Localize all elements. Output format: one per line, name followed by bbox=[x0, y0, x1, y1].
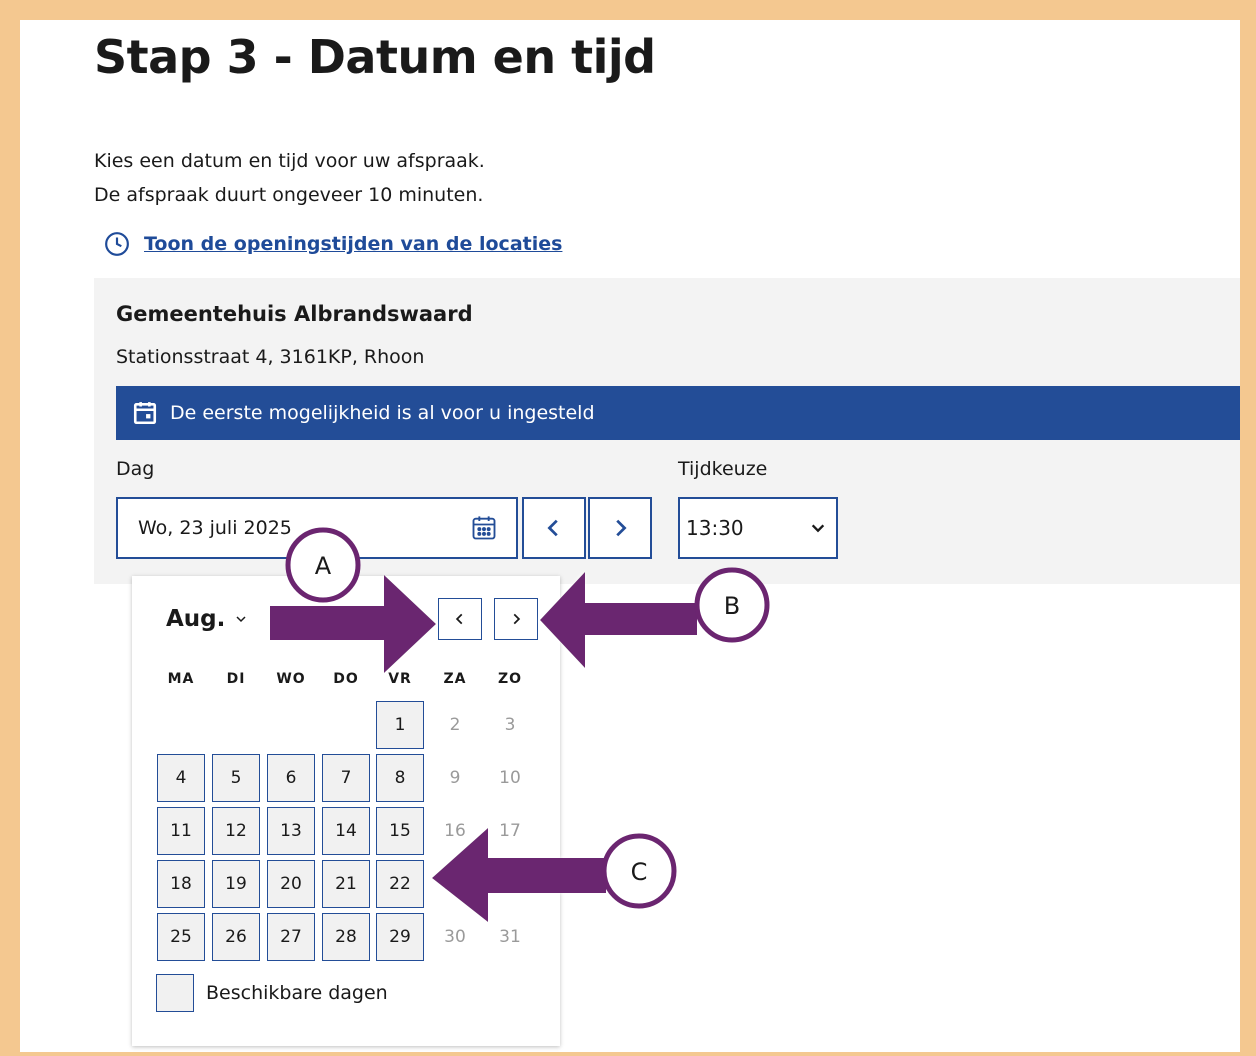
calendar-day-unavailable: 10 bbox=[499, 768, 521, 788]
calendar-day-available[interactable]: 29 bbox=[376, 913, 424, 961]
chevron-left-icon bbox=[455, 613, 463, 625]
info-banner-text: De eerste mogelijkheid is al voor u inge… bbox=[170, 402, 595, 424]
date-input[interactable]: Wo, 23 juli 2025 bbox=[116, 497, 518, 559]
weekday-header: MA bbox=[167, 671, 195, 687]
page-frame: Stap 3 - Datum en tijd Kies een datum en… bbox=[20, 20, 1240, 1052]
time-select[interactable]: 13:30 bbox=[678, 497, 838, 559]
calendar-day-available[interactable]: 22 bbox=[376, 860, 424, 908]
calendar-picker-icon[interactable] bbox=[470, 514, 498, 542]
chevron-right-icon bbox=[513, 613, 521, 625]
calendar-day-unavailable: 30 bbox=[444, 927, 466, 947]
location-panel: Gemeentehuis Albrandswaard Stationsstraa… bbox=[94, 278, 1240, 584]
opening-hours-link[interactable]: Toon de openingstijden van de locaties bbox=[104, 231, 562, 257]
calendar-day-available[interactable]: 20 bbox=[267, 860, 315, 908]
page-title: Stap 3 - Datum en tijd bbox=[94, 30, 656, 84]
weekday-header: VR bbox=[388, 671, 412, 687]
calendar-day-available[interactable]: 6 bbox=[267, 754, 315, 802]
calendar-icon bbox=[133, 402, 157, 425]
calendar-day-unavailable: 9 bbox=[449, 768, 461, 788]
chevron-right-icon bbox=[616, 519, 627, 537]
time-select-value: 13:30 bbox=[686, 516, 744, 540]
calendar-day-unavailable: 16 bbox=[444, 821, 466, 841]
legend-label: Beschikbare dagen bbox=[206, 982, 388, 1004]
day-label: Dag bbox=[116, 458, 155, 480]
chevron-down-icon bbox=[236, 616, 246, 623]
weekday-header: DO bbox=[333, 671, 359, 687]
calendar-day-unavailable: 2 bbox=[449, 715, 461, 735]
weekday-header: ZA bbox=[443, 671, 467, 687]
time-label: Tijdkeuze bbox=[678, 458, 768, 480]
calendar-day-unavailable: 3 bbox=[504, 715, 516, 735]
calendar-day-available[interactable]: 11 bbox=[157, 807, 205, 855]
calendar-day-unavailable: 31 bbox=[499, 927, 521, 947]
calendar-day-available[interactable]: 25 bbox=[157, 913, 205, 961]
date-input-value: Wo, 23 juli 2025 bbox=[138, 517, 292, 539]
previous-day-button[interactable] bbox=[522, 497, 586, 559]
calendar-day-unavailable: 23 bbox=[444, 874, 466, 894]
info-banner: De eerste mogelijkheid is al voor u inge… bbox=[116, 386, 1240, 440]
month-selector[interactable]: Aug. bbox=[166, 606, 247, 632]
previous-month-button[interactable] bbox=[438, 598, 482, 640]
calendar-day-unavailable: 24 bbox=[499, 874, 521, 894]
location-name: Gemeentehuis Albrandswaard bbox=[116, 302, 473, 326]
calendar-legend: Beschikbare dagen bbox=[156, 974, 388, 1012]
calendar-day-unavailable: 17 bbox=[499, 821, 521, 841]
calendar-day-available[interactable]: 18 bbox=[157, 860, 205, 908]
opening-hours-link-label: Toon de openingstijden van de locaties bbox=[144, 233, 563, 255]
date-picker-popup: Aug. 2025 MA DI WO DO VR ZA ZO 1 2 3 4 5 6 7 8 9 10 11 12 1… bbox=[132, 576, 560, 1046]
weekday-header: DI bbox=[226, 671, 246, 687]
calendar-day-available[interactable]: 26 bbox=[212, 913, 260, 961]
intro-text: Kies een datum en tijd voor uw afspraak. bbox=[94, 150, 485, 172]
calendar-day-available[interactable]: 27 bbox=[267, 913, 315, 961]
weekday-header: WO bbox=[276, 671, 306, 687]
month-label: Aug. bbox=[166, 606, 226, 632]
available-day-swatch bbox=[156, 974, 194, 1012]
calendar-day-available[interactable]: 19 bbox=[212, 860, 260, 908]
calendar-day-available[interactable]: 1 bbox=[376, 701, 424, 749]
duration-text: De afspraak duurt ongeveer 10 minuten. bbox=[94, 184, 484, 206]
calendar-day-available[interactable]: 13 bbox=[267, 807, 315, 855]
calendar-day-available[interactable]: 14 bbox=[322, 807, 370, 855]
location-address: Stationsstraat 4, 3161KP, Rhoon bbox=[116, 346, 425, 368]
calendar-day-available[interactable]: 8 bbox=[376, 754, 424, 802]
calendar-day-available[interactable]: 4 bbox=[157, 754, 205, 802]
weekday-header: ZO bbox=[497, 671, 523, 687]
calendar-day-available[interactable]: 5 bbox=[212, 754, 260, 802]
next-month-button[interactable] bbox=[494, 598, 538, 640]
calendar-day-available[interactable]: 28 bbox=[322, 913, 370, 961]
calendar-day-available[interactable]: 12 bbox=[212, 807, 260, 855]
chevron-down-icon bbox=[811, 524, 825, 533]
next-day-button[interactable] bbox=[588, 497, 652, 559]
calendar-day-available[interactable]: 15 bbox=[376, 807, 424, 855]
chevron-left-icon bbox=[547, 519, 558, 537]
calendar-day-available[interactable]: 7 bbox=[322, 754, 370, 802]
year-label[interactable]: 2025 bbox=[270, 606, 334, 632]
clock-icon bbox=[105, 232, 129, 256]
calendar-day-available[interactable]: 21 bbox=[322, 860, 370, 908]
